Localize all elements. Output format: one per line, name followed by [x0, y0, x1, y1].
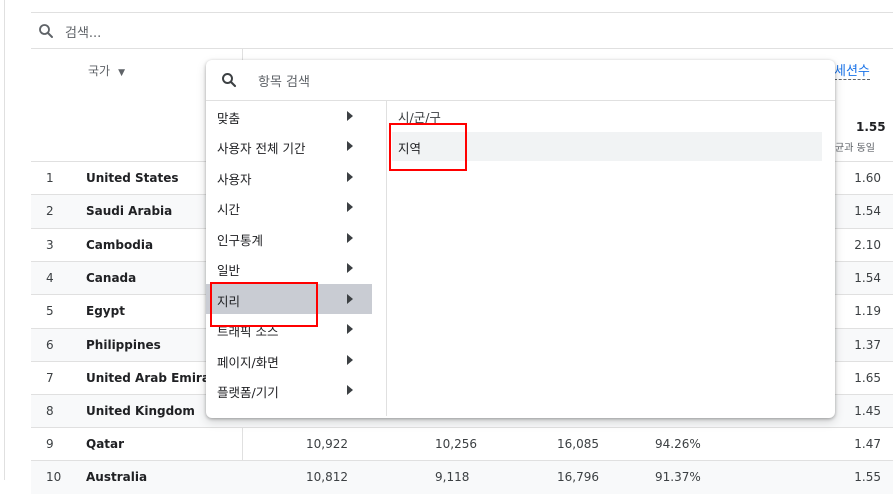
dimension-search-input[interactable]: 항목 검색 [258, 71, 310, 90]
row-metric-1: 10,812 [306, 470, 348, 484]
category-label: 사용자 [217, 172, 252, 187]
row-rank: 10 [46, 470, 62, 484]
chevron-right-icon [347, 263, 353, 273]
chevron-right-icon [347, 233, 353, 243]
country-column-header[interactable]: 국가 ▼ [88, 62, 125, 79]
row-value: 1.37 [854, 338, 881, 352]
table-row[interactable]: 9 Qatar 10,922 10,256 16,085 94.26% 1.47 [31, 427, 893, 461]
category-item[interactable]: 인구통계 [206, 223, 372, 253]
category-item[interactable]: 페이지/화면 [206, 345, 372, 375]
row-rank: 8 [46, 404, 54, 418]
category-label: 일반 [217, 263, 241, 278]
sessions-header-label: 세션수 [834, 64, 870, 79]
row-value: 2.10 [854, 238, 881, 252]
dimension-search-bar[interactable]: 항목 검색 [206, 60, 835, 101]
row-rank: 7 [46, 371, 54, 385]
row-metric-3: 16,085 [557, 437, 599, 451]
row-country[interactable]: Saudi Arabia [86, 204, 172, 218]
category-label: 페이지/화면 [217, 355, 279, 370]
row-metric-1: 10,922 [306, 437, 348, 451]
row-metric-3: 16,796 [557, 470, 599, 484]
category-item[interactable]: 일반 [206, 253, 372, 283]
row-value: 1.60 [854, 171, 881, 185]
report-page: 검색... 국가 ▼ 세션수 1.55 균과 동일 1 United States… [0, 0, 893, 494]
dimension-picker-popup: 항목 검색 맞춤 사용자 전체 기간 사용자 시간 인구통계 일반 지리 트래픽… [206, 60, 835, 418]
row-country[interactable]: United States [86, 171, 179, 185]
category-label: 플랫폼/기기 [217, 385, 279, 400]
row-metric-4: 94.26% [655, 437, 701, 451]
row-value: 1.19 [854, 304, 881, 318]
total-value: 1.55 [856, 120, 886, 134]
row-value: 1.47 [854, 437, 881, 451]
row-country[interactable]: United Kingdom [86, 404, 195, 418]
chevron-right-icon [347, 172, 353, 182]
row-country[interactable]: Qatar [86, 437, 124, 451]
chevron-right-icon [347, 141, 353, 151]
row-metric-2: 10,256 [435, 437, 477, 451]
category-label: 인구통계 [217, 233, 264, 248]
row-value: 1.54 [854, 271, 881, 285]
highlight-box-region [389, 123, 467, 171]
category-label: 시간 [217, 202, 241, 217]
row-country[interactable]: Philippines [86, 338, 161, 352]
row-country[interactable]: Australia [86, 470, 147, 484]
chevron-right-icon [347, 294, 353, 304]
category-item[interactable]: 맞춤 [206, 101, 372, 131]
category-label: 맞춤 [217, 111, 241, 126]
category-item[interactable]: 사용자 [206, 162, 372, 192]
caret-down-icon[interactable]: ▼ [118, 68, 125, 78]
highlight-box-category [210, 282, 318, 327]
row-rank: 5 [46, 304, 54, 318]
search-input[interactable]: 검색... [65, 22, 101, 41]
row-value: 1.55 [854, 470, 881, 484]
row-country[interactable]: Canada [86, 271, 136, 285]
category-item[interactable]: 사용자 전체 기간 [206, 131, 372, 161]
chevron-right-icon [347, 111, 353, 121]
row-rank: 3 [46, 238, 54, 252]
row-country[interactable]: Cambodia [86, 238, 153, 252]
popup-column-divider [386, 101, 387, 416]
sessions-column-header[interactable]: 세션수 [834, 60, 870, 80]
row-rank: 1 [46, 171, 54, 185]
country-header-label: 국가 [88, 64, 111, 78]
search-icon [222, 73, 237, 88]
row-value: 1.54 [854, 204, 881, 218]
row-value: 1.65 [854, 371, 881, 385]
row-value: 1.45 [854, 404, 881, 418]
chevron-right-icon [347, 324, 353, 334]
category-label: 사용자 전체 기간 [217, 141, 306, 156]
row-rank: 2 [46, 204, 54, 218]
chevron-right-icon [347, 202, 353, 212]
row-country[interactable]: Egypt [86, 304, 125, 318]
left-border [4, 0, 5, 480]
row-rank: 6 [46, 338, 54, 352]
search-icon [39, 24, 53, 38]
row-metric-4: 91.37% [655, 470, 701, 484]
chevron-right-icon [347, 355, 353, 365]
row-rank: 9 [46, 437, 54, 451]
category-item[interactable]: 플랫폼/기기 [206, 375, 372, 405]
category-item[interactable]: 시간 [206, 192, 372, 222]
chevron-right-icon [347, 385, 353, 395]
table-search-bar[interactable]: 검색... [31, 13, 893, 49]
row-rank: 4 [46, 271, 54, 285]
table-row[interactable]: 10 Australia 10,812 9,118 16,796 91.37% … [31, 460, 893, 494]
row-metric-2: 9,118 [435, 470, 470, 484]
total-sub-label: 균과 동일 [835, 143, 875, 154]
